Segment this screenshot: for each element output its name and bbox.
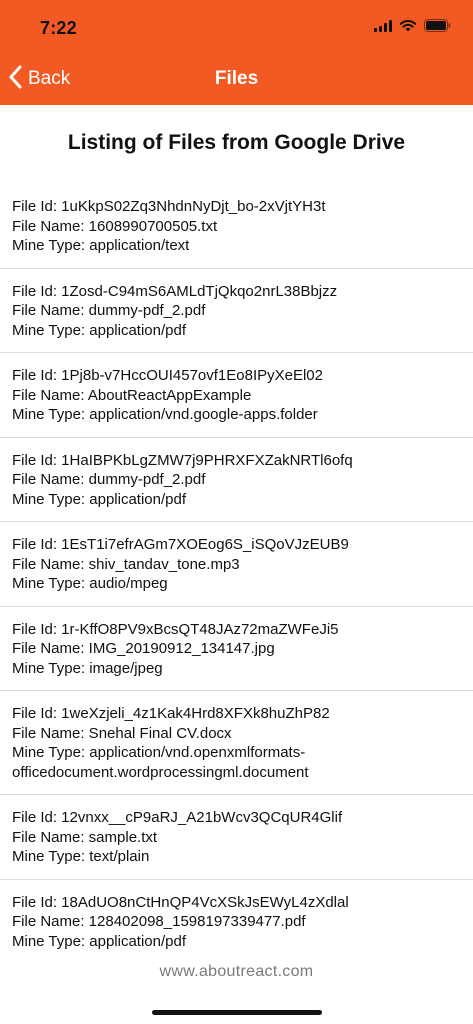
- navigation-bar: Back Files: [0, 56, 473, 105]
- file-name-text: File Name: Snehal Final CV.docx: [12, 724, 232, 742]
- battery-icon: [424, 19, 451, 32]
- file-list-item[interactable]: File Id: 18AdUO8nCtHnQP4VcXSkJsEWyL4zXdl…: [0, 880, 473, 964]
- file-name-text: File Name: IMG_20190912_134147.jpg: [12, 640, 275, 657]
- mime-type-text: Mine Type: application/pdf: [12, 490, 187, 508]
- file-id-text: File Id: 1weXzjeli_4z1Kak4Hrd8XFXk8huZhP…: [12, 705, 330, 722]
- file-name-text: File Name: 128402098_1598197339477.pdf: [12, 913, 306, 930]
- file-list-item[interactable]: File Id: 1weXzjeli_4z1Kak4Hrd8XFXk8huZhP…: [0, 691, 473, 795]
- mime-type-text: Mine Type: image/jpeg: [12, 659, 163, 677]
- mime-type-text: Mine Type: audio/mpeg: [12, 575, 168, 592]
- mime-type-text: Mine Type: text/plain: [12, 848, 150, 865]
- file-name-text: File Name: sample.txt: [12, 828, 158, 846]
- footer-link[interactable]: www.aboutreact.com: [0, 963, 473, 981]
- file-list-item[interactable]: File Id: 1HaIBPKbLgZMW7j9PHRXFXZakNRTl6o…: [0, 438, 473, 522]
- file-id-text: File Id: 18AdUO8nCtHnQP4VcXSkJsEWyL4zXdl…: [12, 893, 349, 911]
- file-list-item[interactable]: File Id: 1r-KffO8PV9xBcsQT48JAz72maZWFeJ…: [0, 607, 473, 691]
- file-id-text: File Id: 1EsT1i7efrAGm7XOEog6S_iSQoVJzEU…: [12, 536, 349, 553]
- app-header: 7:22 Back Files: [0, 0, 473, 105]
- page-title: Listing of Files from Google Drive: [67, 131, 406, 154]
- signal-icon: [374, 19, 392, 32]
- file-list[interactable]: File Id: 1uKkpS02Zq3NhdnNyDjt_bo-2xVjtYH…: [0, 184, 473, 1024]
- wifi-icon: [399, 19, 417, 32]
- file-list-item[interactable]: File Id: 1uKkpS02Zq3NhdnNyDjt_bo-2xVjtYH…: [0, 184, 473, 269]
- file-name-text: File Name: AboutReactAppExample: [12, 386, 252, 404]
- footer: www.aboutreact.com: [0, 955, 473, 1024]
- file-name-text: File Name: dummy-pdf_2.pdf: [12, 302, 206, 319]
- file-name-text: File Name: dummy-pdf_2.pdf: [12, 471, 206, 488]
- file-id-text: File Id: 1uKkpS02Zq3NhdnNyDjt_bo-2xVjtYH…: [12, 198, 326, 215]
- file-list-item[interactable]: File Id: 1EsT1i7efrAGm7XOEog6S_iSQoVJzEU…: [0, 522, 473, 607]
- mime-type-text: Mine Type: application/vnd.openxmlformat…: [12, 744, 309, 781]
- mime-type-text: Mine Type: application/vnd.google-apps.f…: [12, 406, 318, 423]
- nav-title: Files: [214, 68, 259, 89]
- home-indicator[interactable]: [152, 1010, 322, 1015]
- file-name-text: File Name: 1608990700505.txt: [12, 217, 218, 235]
- mime-type-text: Mine Type: application/pdf: [12, 321, 187, 339]
- status-icons: [374, 19, 451, 32]
- mime-type-text: Mine Type: application/pdf: [12, 932, 187, 950]
- file-id-text: File Id: 1r-KffO8PV9xBcsQT48JAz72maZWFeJ…: [12, 620, 339, 638]
- file-list-item[interactable]: File Id: 1Pj8b-v7HccOUI457ovf1Eo8IPyXeEl…: [0, 353, 473, 438]
- file-name-text: File Name: shiv_tandav_tone.mp3: [12, 555, 240, 573]
- file-list-screen[interactable]: Listing of Files from Google Drive File …: [0, 105, 473, 1024]
- screen: 7:22 Back Files Listing of Files from Go…: [0, 0, 473, 1024]
- file-list-item[interactable]: File Id: 1Zosd-C94mS6AMLdTjQkqo2nrL38Bbj…: [0, 269, 473, 353]
- file-id-text: File Id: 1Zosd-C94mS6AMLdTjQkqo2nrL38Bbj…: [12, 282, 338, 300]
- file-id-text: File Id: 12vnxx__cP9aRJ_A21bWcv3QCqUR4Gl…: [12, 809, 343, 826]
- mime-type-text: Mine Type: application/text: [12, 237, 190, 254]
- status-time: 7:22: [40, 18, 77, 38]
- file-id-text: File Id: 1Pj8b-v7HccOUI457ovf1Eo8IPyXeEl…: [12, 367, 323, 384]
- file-list-item[interactable]: File Id: 12vnxx__cP9aRJ_A21bWcv3QCqUR4Gl…: [0, 795, 473, 880]
- status-bar: 7:22: [0, 0, 473, 56]
- file-id-text: File Id: 1HaIBPKbLgZMW7j9PHRXFXZakNRTl6o…: [12, 451, 353, 469]
